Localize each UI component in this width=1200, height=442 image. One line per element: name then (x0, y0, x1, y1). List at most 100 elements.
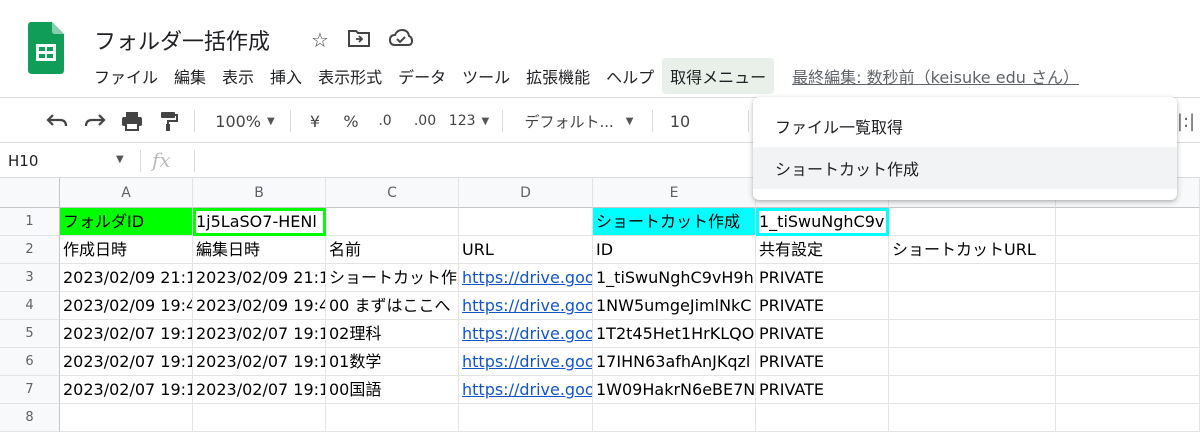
cell-b6[interactable]: 2023/02/07 19:12 (193, 348, 326, 376)
cell-g4[interactable] (889, 292, 1056, 320)
cell-a6[interactable]: 2023/02/07 19:12 (60, 348, 193, 376)
cell-d7[interactable]: https://drive.google.com (459, 376, 593, 404)
cloud-status-icon[interactable] (388, 27, 414, 53)
toolbar-overflow-icon[interactable]: |:| (1176, 98, 1196, 144)
menu-data[interactable]: データ (390, 58, 454, 94)
cell-c1[interactable] (326, 208, 459, 236)
column-header-e[interactable]: E (593, 178, 756, 208)
cell-h5[interactable] (1056, 320, 1200, 348)
cell-h3[interactable] (1056, 264, 1200, 292)
cell-h4[interactable] (1056, 292, 1200, 320)
menu-item-create-shortcut[interactable]: ショートカット作成 (753, 147, 1177, 189)
cell-e7[interactable]: 1W09HakrN6eBE7N (593, 376, 756, 404)
column-header-d[interactable]: D (459, 178, 593, 208)
cell-g1[interactable] (889, 208, 1056, 236)
cell-g2[interactable]: ショートカットURL (889, 236, 1056, 264)
move-folder-icon[interactable] (346, 27, 372, 53)
cell-c4[interactable]: 00 まずはここへ (326, 292, 459, 320)
chevron-down-icon[interactable]: ▼ (116, 154, 124, 165)
font-size-select[interactable]: 10 (660, 98, 700, 144)
cell-c8[interactable] (326, 404, 459, 432)
cell-c5[interactable]: 02理科 (326, 320, 459, 348)
cell-e5[interactable]: 1T2t45Het1HrKLQO (593, 320, 756, 348)
last-edit-link[interactable]: 最終編集: 数秒前（keisuke edu さん） (784, 58, 1087, 94)
cell-b1[interactable]: 1j5LaSO7-HENl (193, 208, 326, 236)
cell-c7[interactable]: 00国語 (326, 376, 459, 404)
row-header[interactable]: 1 (0, 208, 60, 236)
cell-e2[interactable]: ID (593, 236, 756, 264)
cell-d4[interactable]: https://drive.google.com (459, 292, 593, 320)
cell-f6[interactable]: PRIVATE (756, 348, 889, 376)
cell-h2[interactable] (1056, 236, 1200, 264)
row-header[interactable]: 5 (0, 320, 60, 348)
cell-a1[interactable]: フォルダID (60, 208, 193, 236)
sheets-logo-icon[interactable] (28, 22, 64, 74)
cell-d1[interactable] (459, 208, 593, 236)
row-header[interactable]: 6 (0, 348, 60, 376)
cell-d3[interactable]: https://drive.google.com (459, 264, 593, 292)
row-header[interactable]: 2 (0, 236, 60, 264)
cell-a7[interactable]: 2023/02/07 19:12 (60, 376, 193, 404)
menu-format[interactable]: 表示形式 (310, 58, 390, 94)
undo-icon[interactable] (42, 98, 72, 144)
name-box[interactable]: H10 (8, 152, 38, 170)
increase-decimal-button[interactable]: .00 (408, 98, 442, 144)
cell-a5[interactable]: 2023/02/07 19:12 (60, 320, 193, 348)
cell-d2[interactable]: URL (459, 236, 593, 264)
row-header[interactable]: 3 (0, 264, 60, 292)
redo-icon[interactable] (80, 98, 110, 144)
currency-format-button[interactable]: ¥ (302, 98, 328, 144)
cell-e3[interactable]: 1_tiSwuNghC9vH9h (593, 264, 756, 292)
menu-custom-fetch[interactable]: 取得メニュー (662, 58, 775, 94)
cell-a8[interactable] (60, 404, 193, 432)
cell-a3[interactable]: 2023/02/09 21:17 (60, 264, 193, 292)
cell-c2[interactable]: 名前 (326, 236, 459, 264)
zoom-select[interactable]: 100% ▼ (206, 98, 284, 144)
cell-e4[interactable]: 1NW5umgeJimlNkC (593, 292, 756, 320)
row-header[interactable]: 7 (0, 376, 60, 404)
cell-h7[interactable] (1056, 376, 1200, 404)
font-family-select[interactable]: デフォルト... ▼ (514, 98, 644, 144)
cell-e6[interactable]: 17IHN63afhAnJKqzl (593, 348, 756, 376)
menu-item-file-list[interactable]: ファイル一覧取得 (753, 105, 1177, 147)
menu-insert[interactable]: 挿入 (262, 58, 310, 94)
star-icon[interactable]: ☆ (307, 27, 333, 53)
cell-g5[interactable] (889, 320, 1056, 348)
cell-e8[interactable] (593, 404, 756, 432)
cell-g7[interactable] (889, 376, 1056, 404)
cell-d6[interactable]: https://drive.google.com (459, 348, 593, 376)
cell-f8[interactable] (756, 404, 889, 432)
cell-f5[interactable]: PRIVATE (756, 320, 889, 348)
cell-b7[interactable]: 2023/02/07 19:12 (193, 376, 326, 404)
cell-a2[interactable]: 作成日時 (60, 236, 193, 264)
cell-f3[interactable]: PRIVATE (756, 264, 889, 292)
cell-h8[interactable] (1056, 404, 1200, 432)
cell-e1[interactable]: ショートカット作成 (593, 208, 756, 236)
cell-d8[interactable] (459, 404, 593, 432)
document-title[interactable]: フォルダ一括作成 (94, 24, 270, 56)
cell-c6[interactable]: 01数学 (326, 348, 459, 376)
menu-view[interactable]: 表示 (214, 58, 262, 94)
cell-f7[interactable]: PRIVATE (756, 376, 889, 404)
menu-file[interactable]: ファイル (86, 58, 166, 94)
cell-b5[interactable]: 2023/02/07 19:12 (193, 320, 326, 348)
cell-b3[interactable]: 2023/02/09 21:17 (193, 264, 326, 292)
cell-g3[interactable] (889, 264, 1056, 292)
cell-f4[interactable]: PRIVATE (756, 292, 889, 320)
menu-extensions[interactable]: 拡張機能 (518, 58, 598, 94)
cell-f2[interactable]: 共有設定 (756, 236, 889, 264)
paint-format-icon[interactable] (154, 98, 184, 144)
menu-tools[interactable]: ツール (454, 58, 518, 94)
decrease-decimal-button[interactable]: .0 (370, 98, 400, 144)
cell-b8[interactable] (193, 404, 326, 432)
cell-d5[interactable]: https://drive.google.com (459, 320, 593, 348)
cell-h1[interactable] (1056, 208, 1200, 236)
row-header[interactable]: 8 (0, 404, 60, 432)
column-header-b[interactable]: B (193, 178, 326, 208)
cell-g6[interactable] (889, 348, 1056, 376)
cell-g8[interactable] (889, 404, 1056, 432)
cell-f1[interactable]: 1_tiSwuNghC9v (756, 208, 889, 236)
cell-a4[interactable]: 2023/02/09 19:44 (60, 292, 193, 320)
column-header-c[interactable]: C (326, 178, 459, 208)
menu-help[interactable]: ヘルプ (598, 58, 662, 94)
